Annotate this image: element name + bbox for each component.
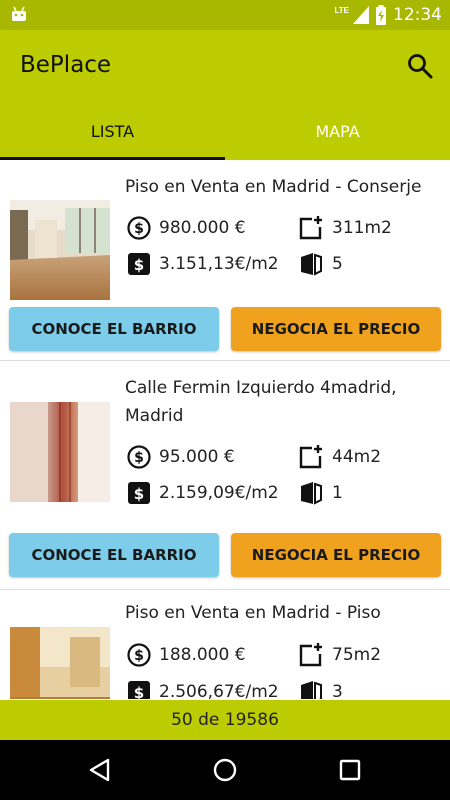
price-stat: $ 188.000 € <box>127 642 246 668</box>
listing-title: Piso en Venta en Madrid - Conserje <box>125 177 422 197</box>
price-stat: $ 95.000 € <box>127 444 235 470</box>
app-title: BePlace <box>20 52 112 78</box>
building-icon <box>301 482 322 505</box>
svg-text:$: $ <box>134 485 144 503</box>
price-per-m2-stat: $ 2.506,67€/m2 <box>127 679 279 699</box>
floor-value: 5 <box>332 254 343 274</box>
listing-title: Piso en Venta en Madrid - Piso <box>125 603 381 623</box>
floor-value: 3 <box>332 682 343 699</box>
price-per-m2-value: 3.151,13€/m2 <box>159 254 279 274</box>
price-per-m2-value: 2.159,09€/m2 <box>159 483 279 503</box>
listing-photo[interactable] <box>10 200 110 300</box>
status-bar: LTE 12:34 <box>0 0 450 30</box>
listing-card[interactable]: Calle Fermin Izquierdo 4madrid, Madrid $ <box>0 362 450 590</box>
negocia-precio-button[interactable]: NEGOCIA EL PRECIO <box>231 533 441 577</box>
area-stat: 44m2 <box>298 444 381 470</box>
dollar-circle-icon: $ <box>127 216 151 240</box>
listing-photo[interactable] <box>10 627 110 699</box>
svg-text:$: $ <box>134 684 144 699</box>
price-per-m2-stat: $ 2.159,09€/m2 <box>127 480 279 506</box>
listing-card[interactable]: Piso en Venta en Madrid - Piso $ 188.000… <box>0 591 450 699</box>
listing-photo[interactable] <box>10 402 110 502</box>
dollar-square-icon: $ <box>128 482 150 504</box>
price-value: 188.000 € <box>159 645 246 665</box>
building-icon <box>301 253 322 276</box>
dollar-square-icon: $ <box>128 253 150 275</box>
area-value: 75m2 <box>332 645 382 665</box>
dollar-circle-icon: $ <box>127 643 151 667</box>
android-icon <box>12 6 26 21</box>
price-per-m2-stat: $ 3.151,13€/m2 <box>127 251 279 277</box>
price-per-m2-value: 2.506,67€/m2 <box>159 682 279 699</box>
price-stat: $ 980.000 € <box>127 215 246 241</box>
lte-signal-icon <box>353 6 369 24</box>
svg-text:$: $ <box>134 450 144 466</box>
building-icon <box>301 681 322 699</box>
back-icon[interactable] <box>86 756 114 784</box>
home-icon[interactable] <box>211 756 239 784</box>
battery-icon <box>376 5 386 25</box>
conoce-barrio-button[interactable]: CONOCE EL BARRIO <box>9 307 219 351</box>
listing-card[interactable]: Piso en Venta en Madrid - Conserje $ 980… <box>0 160 450 361</box>
floor-stat: 1 <box>298 480 343 506</box>
status-time: 12:34 <box>393 5 442 25</box>
price-value: 95.000 € <box>159 447 235 467</box>
tab-mapa[interactable]: MAPA <box>225 102 450 160</box>
results-count: 50 de 19586 <box>0 700 450 740</box>
floor-stat: 5 <box>298 251 343 277</box>
area-value: 44m2 <box>332 447 382 467</box>
dollar-circle-icon: $ <box>127 445 151 469</box>
dollar-square-icon: $ <box>128 681 150 699</box>
conoce-barrio-button[interactable]: CONOCE EL BARRIO <box>9 533 219 577</box>
search-icon[interactable] <box>406 52 434 80</box>
area-value: 311m2 <box>332 218 392 238</box>
svg-text:$: $ <box>134 256 144 274</box>
svg-text:$: $ <box>134 221 144 237</box>
area-icon <box>299 445 322 469</box>
svg-text:$: $ <box>134 648 144 664</box>
area-stat: 311m2 <box>298 215 392 241</box>
area-icon <box>299 216 322 240</box>
app-bar: BePlace <box>0 30 450 102</box>
area-icon <box>299 643 322 667</box>
recents-icon[interactable] <box>336 756 364 784</box>
negocia-precio-button[interactable]: NEGOCIA EL PRECIO <box>231 307 441 351</box>
listing-list[interactable]: Piso en Venta en Madrid - Conserje $ 980… <box>0 160 450 699</box>
area-stat: 75m2 <box>298 642 381 668</box>
lte-label: LTE <box>334 5 349 15</box>
listing-title: Calle Fermin Izquierdo 4madrid, Madrid <box>125 378 397 426</box>
floor-stat: 3 <box>298 679 343 699</box>
price-value: 980.000 € <box>159 218 246 238</box>
tab-bar: LISTA MAPA <box>0 102 450 160</box>
tab-lista[interactable]: LISTA <box>0 102 225 160</box>
system-nav-bar <box>0 740 450 800</box>
floor-value: 1 <box>332 483 343 503</box>
